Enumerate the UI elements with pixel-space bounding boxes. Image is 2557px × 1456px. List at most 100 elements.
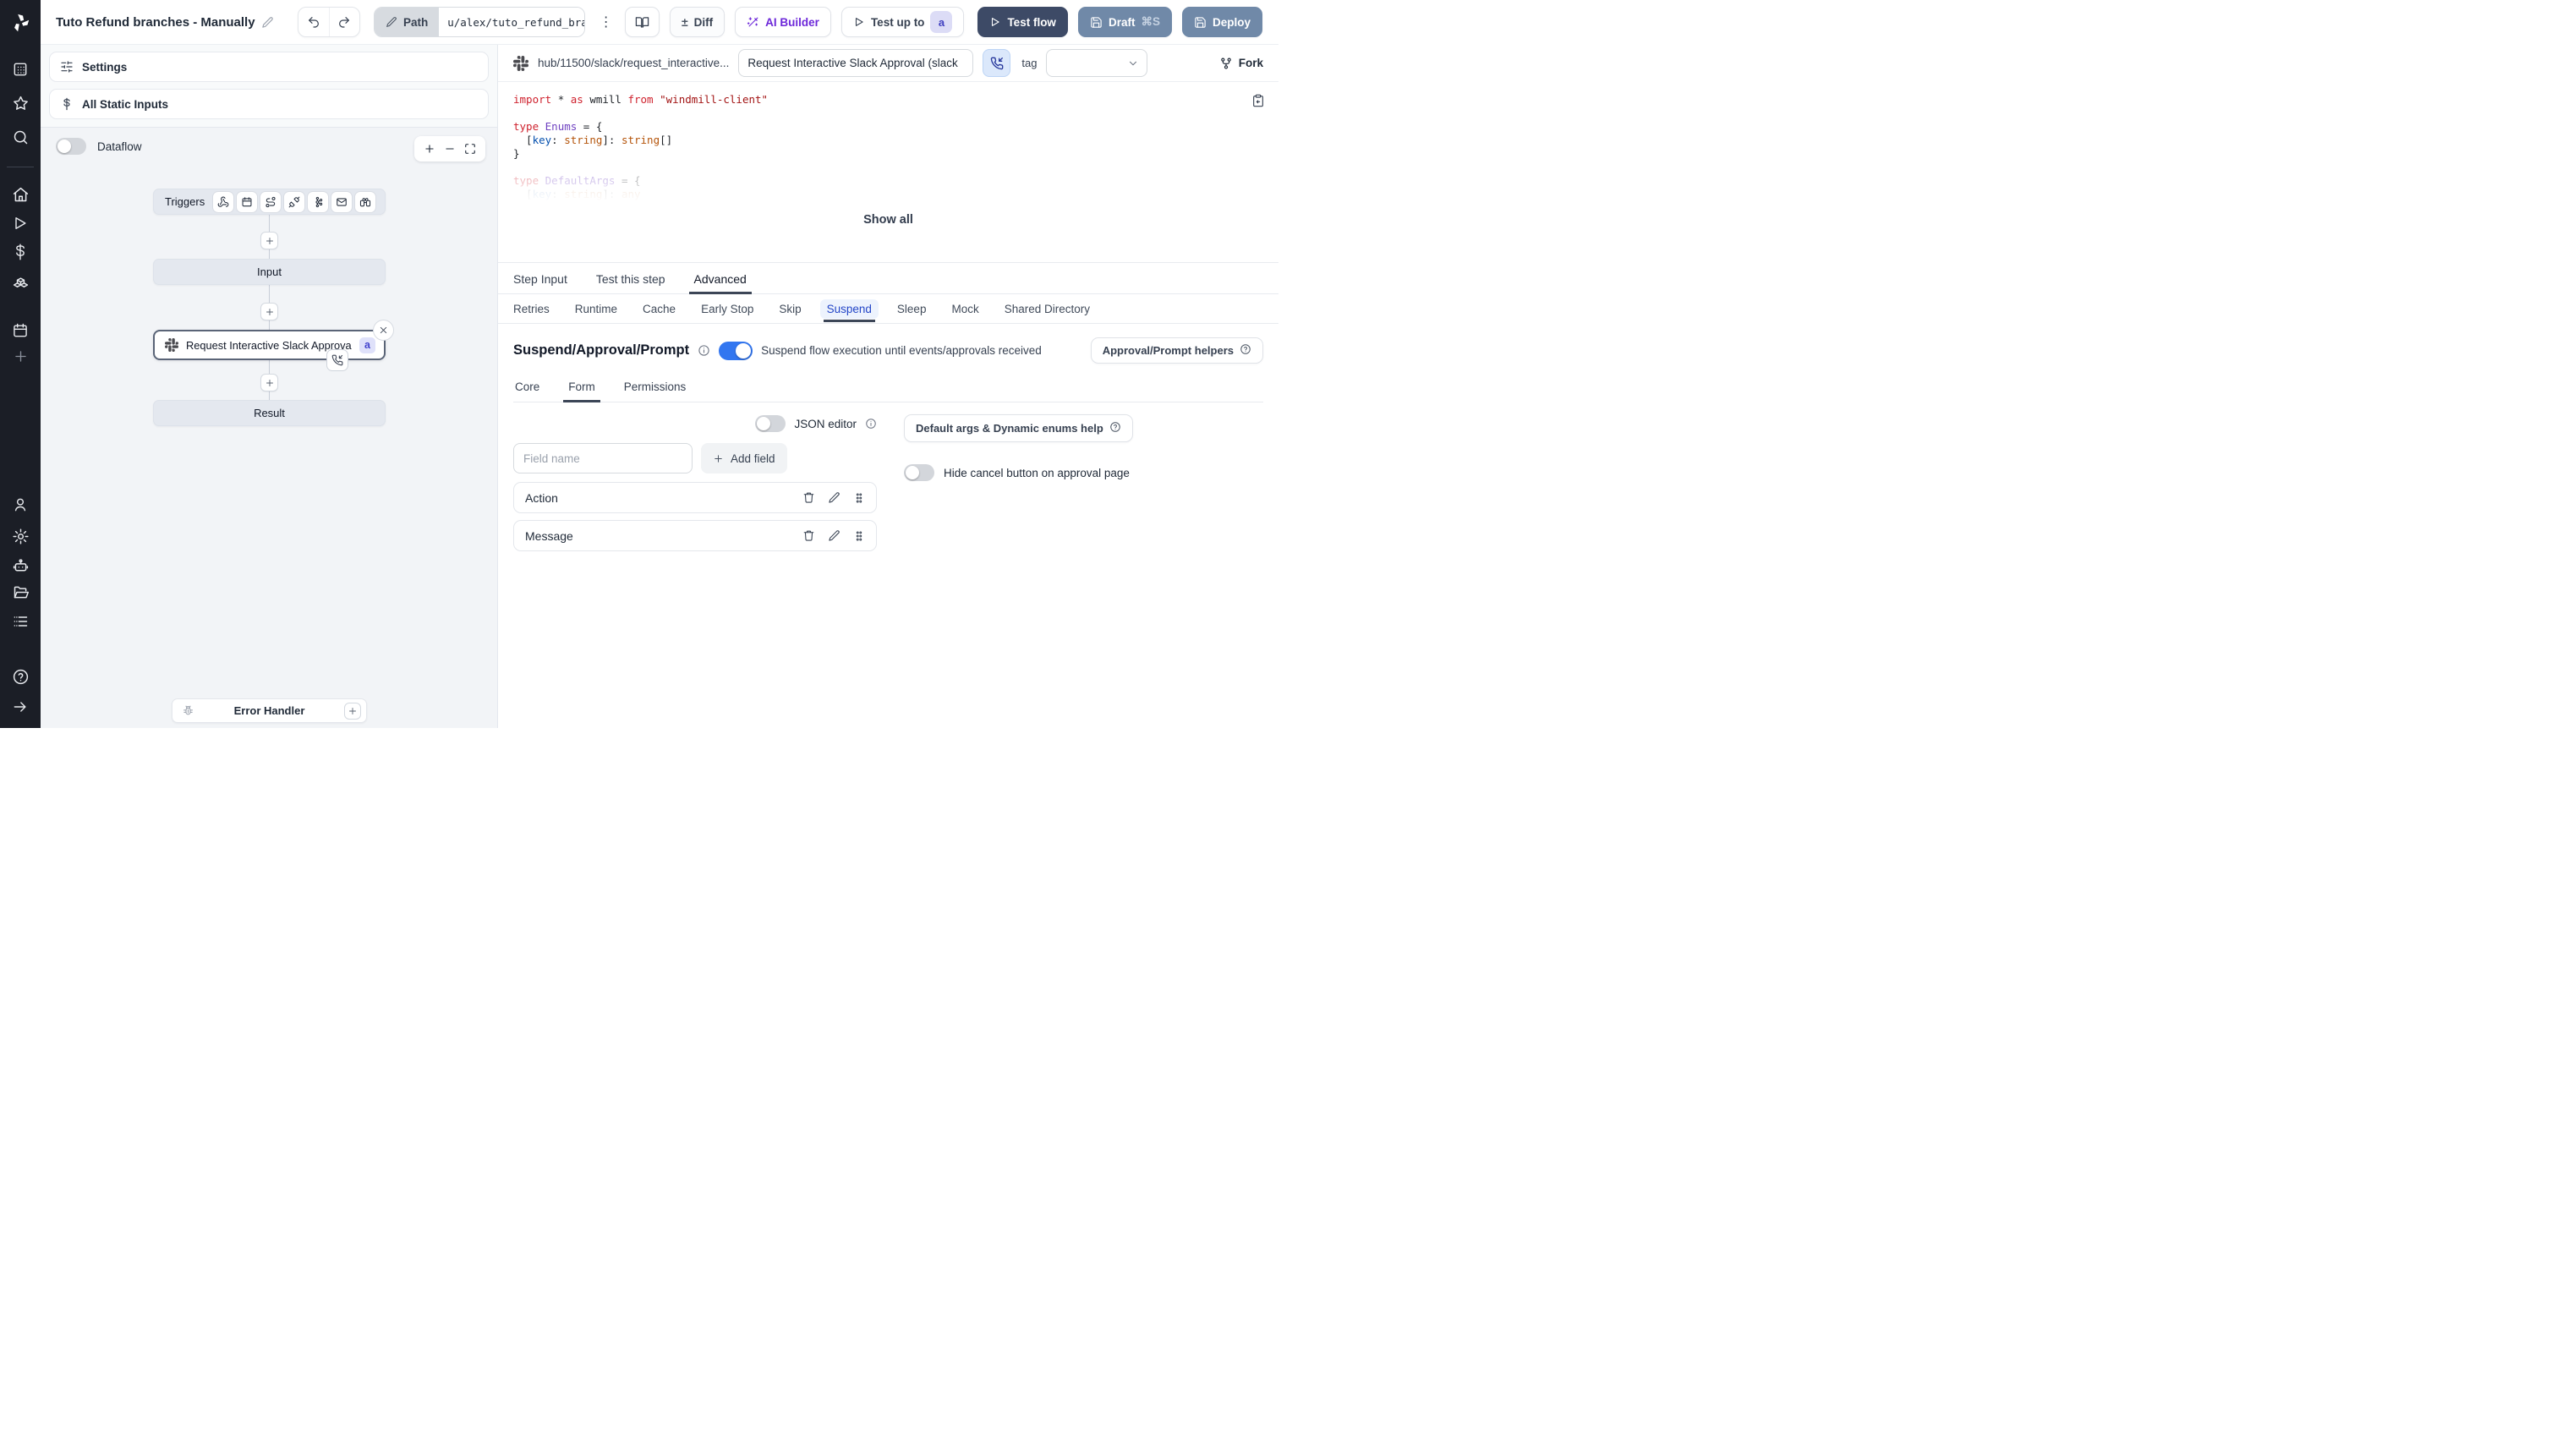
search-icon[interactable]	[0, 129, 41, 146]
json-editor-toggle[interactable]	[755, 415, 786, 432]
test-up-to-button[interactable]: Test up to a	[840, 7, 965, 37]
zoom-in-button[interactable]	[421, 140, 438, 157]
info-icon[interactable]	[865, 418, 877, 430]
subtab-sleep[interactable]: Sleep	[897, 303, 927, 315]
docs-book-button[interactable]	[624, 7, 660, 37]
delete-field-trash-icon[interactable]	[802, 529, 815, 542]
favorites-star-icon[interactable]	[0, 95, 41, 112]
hide-cancel-toggle[interactable]	[904, 464, 934, 481]
poll-binoculars-trigger-icon[interactable]	[355, 191, 376, 212]
subtab-shared-directory[interactable]: Shared Directory	[1005, 303, 1090, 315]
user-icon[interactable]	[0, 496, 41, 513]
flow-canvas[interactable]: Dataflow Triggers Input Request Interact…	[41, 127, 497, 728]
subtab-suspend[interactable]: Suspend	[819, 298, 879, 322]
tab-test-this-step[interactable]: Test this step	[596, 272, 665, 293]
suspend-enabled-toggle[interactable]	[719, 341, 753, 360]
suspend-phone-indicator-button[interactable]	[983, 49, 1011, 77]
field-name-input[interactable]	[513, 443, 693, 473]
home-icon[interactable]	[0, 186, 41, 204]
webhook-trigger-icon[interactable]	[213, 191, 234, 212]
hide-cancel-label: Hide cancel button on approval page	[944, 466, 1130, 479]
subtab-runtime[interactable]: Runtime	[575, 303, 617, 315]
subtab-cache[interactable]: Cache	[643, 303, 676, 315]
suspend-phone-incoming-icon[interactable]	[326, 349, 348, 371]
redo-button[interactable]	[328, 8, 359, 36]
flow-settings-row[interactable]: Settings	[49, 52, 489, 82]
kafka-trigger-icon[interactable]	[308, 191, 329, 212]
runs-play-icon[interactable]	[0, 215, 41, 232]
edit-field-pencil-icon[interactable]	[828, 529, 840, 542]
help-circle-icon	[1240, 343, 1251, 358]
add-error-handler-button[interactable]	[344, 702, 361, 720]
form-field-row-message: Message	[513, 520, 877, 551]
copy-code-icon[interactable]	[1251, 94, 1265, 112]
insert-step-button[interactable]	[260, 374, 278, 391]
windmill-logo[interactable]	[0, 0, 41, 45]
folders-icon[interactable]	[0, 583, 41, 601]
slack-approval-step-node[interactable]: Request Interactive Slack Approval (... …	[153, 320, 394, 371]
more-menu-kebab[interactable]: ⋮	[597, 8, 615, 36]
json-editor-label: JSON editor	[794, 417, 857, 430]
edit-field-pencil-icon[interactable]	[828, 491, 840, 504]
http-route-trigger-icon[interactable]	[260, 191, 282, 212]
tab-permissions[interactable]: Permissions	[622, 380, 688, 402]
hub-script-path[interactable]: hub/11500/slack/request_interactive...	[538, 57, 729, 69]
delete-step-button[interactable]	[373, 320, 394, 341]
apps-list-icon[interactable]	[0, 613, 41, 630]
schedule-trigger-icon[interactable]	[237, 191, 258, 212]
subtab-skip[interactable]: Skip	[779, 303, 801, 315]
tab-core[interactable]: Core	[513, 380, 541, 402]
info-icon[interactable]	[698, 344, 710, 357]
workers-robot-icon[interactable]	[0, 557, 41, 575]
settings-gear-icon[interactable]	[0, 528, 41, 545]
websocket-trigger-icon[interactable]	[284, 191, 305, 212]
schedules-calendar-icon[interactable]	[0, 322, 41, 339]
result-node[interactable]: Result	[153, 400, 386, 426]
path-label[interactable]: Path	[374, 8, 440, 36]
code-preview[interactable]: import * as wmill from "windmill-client"…	[498, 82, 1278, 203]
email-trigger-icon[interactable]	[331, 191, 353, 212]
subtab-mock[interactable]: Mock	[951, 303, 978, 315]
approval-prompt-helpers-button[interactable]: Approval/Prompt helpers	[1090, 337, 1263, 364]
test-flow-button[interactable]: Test flow	[977, 7, 1068, 37]
play-icon	[855, 18, 863, 26]
subtab-retries[interactable]: Retries	[513, 303, 550, 315]
workspace-icon[interactable]	[0, 61, 41, 78]
zoom-out-button[interactable]	[441, 140, 458, 157]
fork-button[interactable]: Fork	[1219, 57, 1263, 70]
insert-step-button[interactable]	[260, 232, 278, 249]
error-handler-node[interactable]: Error Handler	[172, 698, 367, 723]
deploy-button[interactable]: Deploy	[1181, 7, 1262, 37]
step-summary-input[interactable]	[738, 49, 974, 77]
show-all-button[interactable]: Show all	[863, 213, 913, 232]
ai-builder-button[interactable]: AI Builder	[735, 7, 831, 37]
suspend-description: Suspend flow execution until events/appr…	[761, 344, 1042, 357]
tab-form[interactable]: Form	[563, 380, 600, 402]
undo-button[interactable]	[298, 8, 329, 36]
trigger-chips	[213, 191, 376, 212]
tag-select[interactable]	[1046, 49, 1148, 77]
all-static-inputs-row[interactable]: All Static Inputs	[49, 89, 489, 119]
dataflow-toggle[interactable]	[56, 138, 86, 155]
default-args-help-button[interactable]: Default args & Dynamic enums help	[904, 414, 1133, 442]
insert-step-button[interactable]	[260, 303, 278, 320]
edit-title-pencil-icon[interactable]	[261, 16, 274, 29]
tab-step-input[interactable]: Step Input	[513, 272, 567, 293]
drag-handle-grip-icon[interactable]	[853, 492, 865, 504]
variables-dollar-icon[interactable]	[0, 244, 41, 260]
fit-view-button[interactable]	[462, 140, 479, 157]
diff-button[interactable]: ± Diff	[669, 7, 725, 37]
drag-handle-grip-icon[interactable]	[853, 530, 865, 542]
subtab-early-stop[interactable]: Early Stop	[701, 303, 753, 315]
add-plus-icon[interactable]	[0, 348, 41, 364]
add-field-button[interactable]: Add field	[701, 443, 787, 473]
resources-boxes-icon[interactable]	[0, 273, 41, 291]
delete-field-trash-icon[interactable]	[802, 491, 815, 504]
tab-advanced[interactable]: Advanced	[688, 272, 753, 294]
draft-button[interactable]: Draft ⌘S	[1077, 7, 1172, 37]
triggers-node[interactable]: Triggers	[153, 189, 386, 215]
input-node[interactable]: Input	[153, 259, 386, 285]
path-input[interactable]	[439, 8, 585, 36]
collapse-arrow-icon[interactable]	[0, 698, 41, 715]
help-icon[interactable]	[0, 668, 41, 686]
